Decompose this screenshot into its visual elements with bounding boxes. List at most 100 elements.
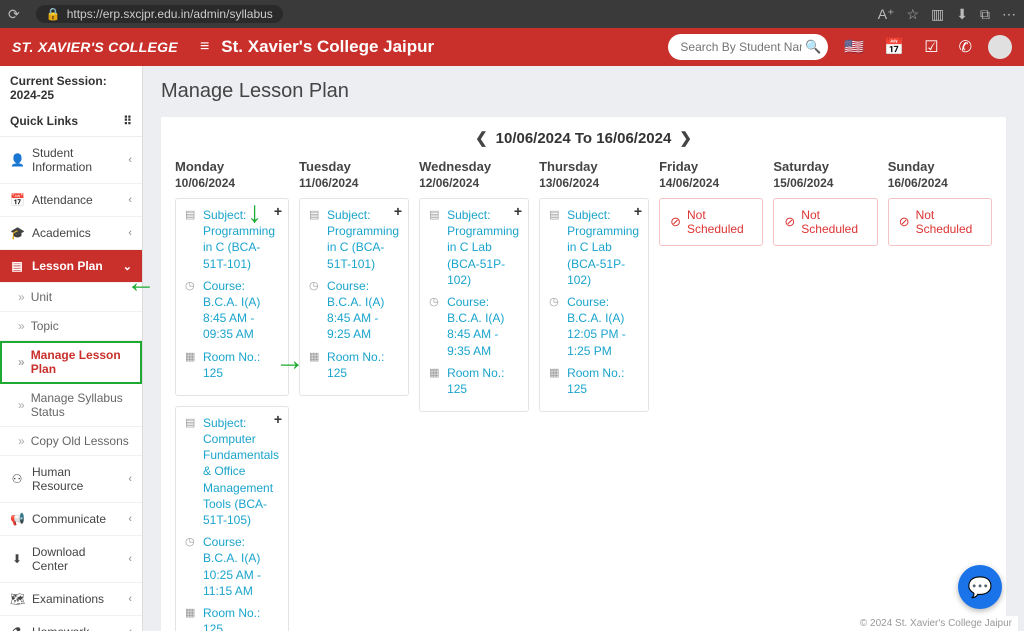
next-week-button[interactable]: ❯: [679, 129, 692, 147]
building-icon: ▦: [429, 365, 441, 397]
lock-icon: 🔒: [46, 7, 61, 21]
not-scheduled-badge: ⊘Not Scheduled: [659, 198, 763, 246]
day-col-friday: Friday 14/06/2024 ⊘Not Scheduled: [659, 159, 763, 631]
sidebar-item-homework[interactable]: ⚗ Homework ‹: [0, 616, 142, 631]
building-icon: ▦: [549, 365, 561, 397]
flag-icon[interactable]: 🇺🇸: [840, 37, 868, 57]
error-icon: ⊘: [670, 214, 681, 230]
bullhorn-icon: 📢: [10, 512, 24, 526]
add-button[interactable]: +: [394, 203, 402, 219]
download-icon: ⬇: [10, 552, 24, 566]
week-panel: ❮ 10/06/2024 To 16/06/2024 ❯ Monday 10/0…: [161, 117, 1006, 631]
chat-icon: 💬: [968, 575, 993, 600]
not-scheduled-badge: ⊘Not Scheduled: [888, 198, 992, 246]
academics-icon: 🎓: [10, 226, 24, 240]
chevron-left-icon: ‹: [128, 194, 132, 206]
book-icon: ▤: [429, 207, 441, 288]
clock-icon: ◷: [309, 278, 321, 343]
chat-fab[interactable]: 💬: [958, 565, 1002, 609]
sidebar-item-lesson-plan[interactable]: ▤ Lesson Plan ⌄: [0, 250, 142, 283]
app-header: ST. XAVIER'S COLLEGE ≡ St. Xavier's Coll…: [0, 28, 1024, 66]
brand: ST. XAVIER'S COLLEGE: [12, 39, 188, 55]
chevron-left-icon: ‹: [128, 154, 132, 166]
chevron-left-icon: ‹: [128, 473, 132, 485]
avatar[interactable]: [988, 35, 1012, 59]
chevron-left-icon: ‹: [128, 593, 132, 605]
sidebar-sub-manage-lesson-plan[interactable]: »Manage Lesson Plan: [0, 341, 142, 384]
flask-icon: ⚗: [10, 625, 24, 631]
page-title: Manage Lesson Plan: [161, 80, 1006, 103]
sidebar-item-human-resource[interactable]: ⚇ Human Resource ‹: [0, 456, 142, 503]
user-icon: 👤: [10, 153, 24, 167]
prev-week-button[interactable]: ❮: [475, 129, 488, 147]
clock-icon: ◷: [185, 278, 197, 343]
college-title: St. Xavier's College Jaipur: [221, 37, 434, 57]
search-input[interactable]: [680, 40, 802, 54]
footer-copyright: © 2024 St. Xavier's College Jaipur: [854, 616, 1018, 631]
day-col-wednesday: Wednesday 12/06/2024 + ▤Subject: Program…: [419, 159, 529, 631]
extension-icon[interactable]: ⧉: [980, 6, 990, 23]
sidebar-item-examinations[interactable]: 🗺 Examinations ‹: [0, 583, 142, 616]
lesson-card: + ▤Subject: Programming in C (BCA-51T-10…: [175, 198, 289, 396]
calendar-icon[interactable]: 📅: [880, 37, 908, 57]
favorite-icon[interactable]: ☆: [906, 6, 919, 23]
browser-chrome: ⟳ 🔒 https://erp.sxcjpr.edu.in/admin/syll…: [0, 0, 1024, 28]
day-col-saturday: Saturday 15/06/2024 ⊘Not Scheduled: [773, 159, 877, 631]
refresh-icon[interactable]: ⟳: [8, 6, 20, 23]
day-col-monday: Monday 10/06/2024 + ▤Subject: Programmin…: [175, 159, 289, 631]
sidebar-item-student-info[interactable]: 👤 Student Information ‹: [0, 137, 142, 184]
building-icon: ▦: [185, 349, 197, 381]
day-col-sunday: Sunday 16/06/2024 ⊘Not Scheduled: [888, 159, 992, 631]
hamburger-icon[interactable]: ≡: [200, 38, 209, 56]
search-icon[interactable]: 🔍: [802, 36, 824, 58]
sidebar-item-attendance[interactable]: 📅 Attendance ‹: [0, 184, 142, 217]
clock-icon: ◷: [429, 294, 441, 359]
chevron-left-icon: ‹: [128, 553, 132, 565]
sidebar-item-communicate[interactable]: 📢 Communicate ‹: [0, 503, 142, 536]
main-content: Manage Lesson Plan ❮ 10/06/2024 To 16/06…: [143, 66, 1024, 631]
building-icon: ▦: [185, 605, 197, 631]
error-icon: ⊘: [784, 214, 795, 230]
clock-icon: ◷: [549, 294, 561, 359]
sidebar-sub-copy-old-lessons[interactable]: »Copy Old Lessons: [0, 427, 142, 456]
chevron-left-icon: ‹: [128, 513, 132, 525]
lesson-card: + ▤Subject: Programming in C (BCA-51T-10…: [299, 198, 409, 396]
day-col-tuesday: Tuesday 11/06/2024 + ▤Subject: Programmi…: [299, 159, 409, 631]
calendar-icon: 📅: [10, 193, 24, 207]
lesson-card: + ▤Subject: Programming in C Lab (BCA-51…: [419, 198, 529, 412]
chevron-left-icon: ‹: [128, 626, 132, 631]
add-button[interactable]: +: [274, 411, 282, 427]
whatsapp-icon[interactable]: ✆: [955, 37, 976, 57]
sidebar: Current Session: 2024-25 Quick Links ⠿ 👤…: [0, 66, 143, 631]
book-icon: ▤: [185, 415, 197, 528]
not-scheduled-badge: ⊘Not Scheduled: [773, 198, 877, 246]
add-button[interactable]: +: [274, 203, 282, 219]
sitemap-icon: ⚇: [10, 472, 24, 486]
read-aloud-icon[interactable]: A⁺: [878, 6, 895, 23]
sidebar-item-download-center[interactable]: ⬇ Download Center ‹: [0, 536, 142, 583]
add-button[interactable]: +: [514, 203, 522, 219]
sidebar-sub-manage-syllabus-status[interactable]: »Manage Syllabus Status: [0, 384, 142, 427]
sidebar-item-academics[interactable]: 🎓 Academics ‹: [0, 217, 142, 250]
list-icon: ▤: [10, 259, 24, 273]
error-icon: ⊘: [899, 214, 910, 230]
checkbox-icon[interactable]: ☑: [920, 37, 942, 57]
collections-icon[interactable]: ▥: [931, 6, 944, 23]
chevron-left-icon: ‹: [128, 227, 132, 239]
add-button[interactable]: +: [634, 203, 642, 219]
map-icon: 🗺: [10, 592, 24, 606]
menu-icon[interactable]: ⋯: [1002, 6, 1016, 23]
quick-links[interactable]: Quick Links ⠿: [0, 110, 142, 137]
book-icon: ▤: [549, 207, 561, 288]
session-label: Current Session: 2024-25: [0, 66, 142, 110]
download-icon[interactable]: ⬇: [956, 6, 968, 23]
lesson-card: + ▤Subject: Computer Fundamentals & Offi…: [175, 406, 289, 631]
building-icon: ▦: [309, 349, 321, 381]
lesson-card: + ▤Subject: Programming in C Lab (BCA-51…: [539, 198, 649, 412]
sidebar-sub-unit[interactable]: »Unit: [0, 283, 142, 312]
address-bar[interactable]: 🔒 https://erp.sxcjpr.edu.in/admin/syllab…: [36, 5, 283, 23]
sidebar-sub-topic[interactable]: »Topic: [0, 312, 142, 341]
url-text: https://erp.sxcjpr.edu.in/admin/syllabus: [67, 7, 273, 21]
clock-icon: ◷: [185, 534, 197, 599]
header-search[interactable]: 🔍: [668, 34, 828, 60]
